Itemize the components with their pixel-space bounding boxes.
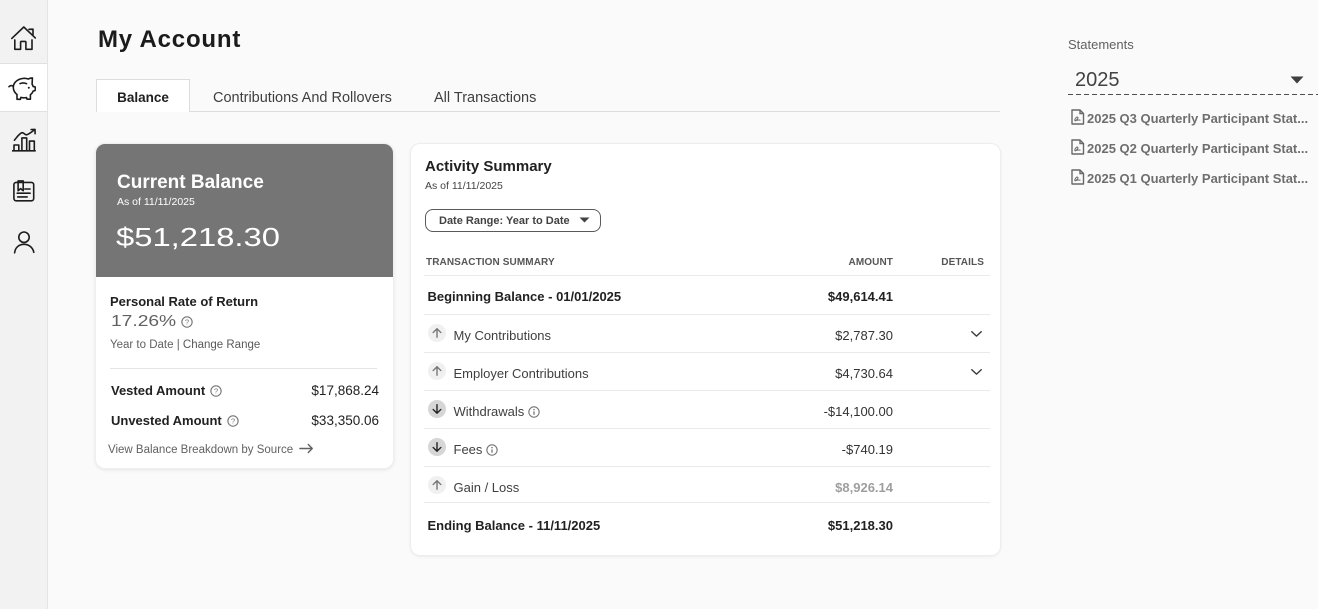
svg-text:?: ? [185, 318, 189, 327]
svg-text:?: ? [214, 387, 218, 396]
svg-text:?: ? [231, 417, 235, 426]
